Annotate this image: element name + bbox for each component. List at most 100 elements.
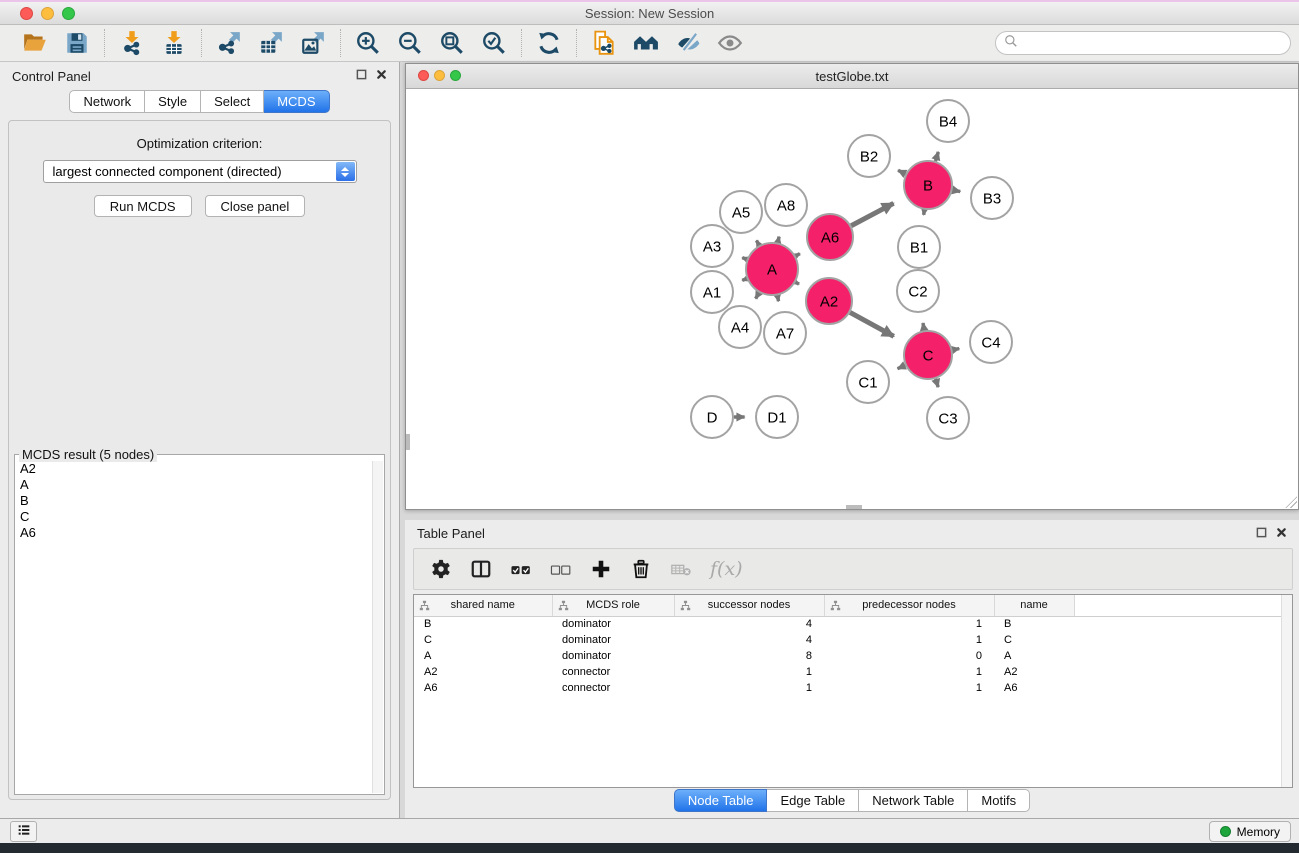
column-header-shared-name[interactable]: shared name bbox=[414, 595, 552, 616]
graph-edge-A-A8[interactable] bbox=[778, 237, 779, 243]
import-table-button[interactable] bbox=[159, 28, 189, 58]
graph-node-C[interactable]: C bbox=[904, 331, 952, 379]
graph-edge-A-A6[interactable] bbox=[796, 254, 800, 256]
graph-node-C2[interactable]: C2 bbox=[897, 270, 939, 312]
graph-edge-A-A4[interactable] bbox=[756, 293, 759, 299]
graph-node-C3[interactable]: C3 bbox=[927, 397, 969, 439]
add-column-button[interactable] bbox=[590, 558, 612, 580]
column-header-name[interactable]: name bbox=[994, 595, 1074, 616]
graph-edge-B-B2[interactable] bbox=[898, 170, 905, 174]
network-canvas[interactable]: B4 B2 B B3 A8A5 A6 A3 B1 A C2 A1 A2 A4A7 C4 C C1 C3 D D1 bbox=[406, 89, 1298, 509]
graph-node-A5[interactable]: A5 bbox=[720, 191, 762, 233]
tab-mcds[interactable]: MCDS bbox=[264, 90, 329, 113]
split-columns-button[interactable] bbox=[470, 558, 492, 580]
save-session-button[interactable] bbox=[62, 28, 92, 58]
table-row[interactable]: A2connector11A2 bbox=[414, 664, 1292, 680]
graph-edge-A-A3[interactable] bbox=[742, 258, 747, 260]
graph-edge-A-A1[interactable] bbox=[742, 279, 747, 281]
refresh-button[interactable] bbox=[534, 28, 564, 58]
graph-edge-A-A7[interactable] bbox=[777, 295, 778, 301]
deselect-all-button[interactable] bbox=[550, 558, 572, 580]
graph-node-C1[interactable]: C1 bbox=[847, 361, 889, 403]
result-item[interactable]: C bbox=[16, 509, 371, 525]
graph-edge-C-C3[interactable] bbox=[936, 379, 939, 387]
result-item[interactable]: A6 bbox=[16, 525, 371, 541]
open-file-button[interactable] bbox=[20, 28, 50, 58]
new-network-from-selection-button[interactable] bbox=[589, 28, 619, 58]
run-mcds-button[interactable]: Run MCDS bbox=[94, 195, 192, 217]
table-row[interactable]: Bdominator41B bbox=[414, 616, 1292, 632]
graph-edge-A6-B[interactable] bbox=[851, 203, 893, 225]
tab-select[interactable]: Select bbox=[201, 90, 264, 113]
window-resize-grip[interactable] bbox=[1285, 496, 1297, 508]
graph-node-A7[interactable]: A7 bbox=[764, 312, 806, 354]
graph-node-C4[interactable]: C4 bbox=[970, 321, 1012, 363]
graph-node-B4[interactable]: B4 bbox=[927, 100, 969, 142]
result-item[interactable]: B bbox=[16, 493, 371, 509]
task-history-button[interactable] bbox=[10, 821, 37, 842]
graph-node-A6[interactable]: A6 bbox=[807, 214, 853, 260]
close-panel-icon[interactable] bbox=[376, 69, 387, 80]
zoom-in-button[interactable] bbox=[353, 28, 383, 58]
result-scrollbar[interactable] bbox=[372, 461, 383, 793]
hide-selected-button[interactable] bbox=[673, 28, 703, 58]
graph-node-D1[interactable]: D1 bbox=[756, 396, 798, 438]
export-image-button[interactable] bbox=[298, 28, 328, 58]
zoom-out-button[interactable] bbox=[395, 28, 425, 58]
column-header-MCDS-role[interactable]: MCDS role bbox=[552, 595, 674, 616]
table-row[interactable]: Cdominator41C bbox=[414, 632, 1292, 648]
tab-motifs[interactable]: Motifs bbox=[968, 789, 1030, 812]
graph-node-A[interactable]: A bbox=[746, 243, 798, 295]
graph-edge-A2-C[interactable] bbox=[850, 312, 894, 336]
settings-button[interactable] bbox=[430, 558, 452, 580]
graph-node-B3[interactable]: B3 bbox=[971, 177, 1013, 219]
search-field[interactable] bbox=[995, 31, 1291, 55]
tab-style[interactable]: Style bbox=[145, 90, 201, 113]
table-row[interactable]: A6connector11A6 bbox=[414, 680, 1292, 696]
canvas-vscroll-thumb[interactable] bbox=[406, 434, 410, 450]
result-item[interactable]: A bbox=[16, 477, 371, 493]
graph-edge-C-C1[interactable] bbox=[898, 365, 906, 368]
select-all-button[interactable] bbox=[510, 558, 532, 580]
graph-node-A4[interactable]: A4 bbox=[719, 306, 761, 348]
table-row[interactable]: Adominator80A bbox=[414, 648, 1292, 664]
graph-edge-B-B4[interactable] bbox=[935, 152, 938, 161]
graph-node-B[interactable]: B bbox=[904, 161, 952, 209]
graph-edge-C-C4[interactable] bbox=[952, 349, 959, 350]
graph-edge-A-A2[interactable] bbox=[796, 282, 799, 284]
graph-node-A3[interactable]: A3 bbox=[691, 225, 733, 267]
graph-node-B2[interactable]: B2 bbox=[848, 135, 890, 177]
first-neighbors-button[interactable] bbox=[631, 28, 661, 58]
show-all-button[interactable] bbox=[715, 28, 745, 58]
result-item[interactable]: A2 bbox=[16, 461, 371, 477]
import-network-button[interactable] bbox=[117, 28, 147, 58]
memory-button[interactable]: Memory bbox=[1209, 821, 1291, 842]
float-panel-icon[interactable] bbox=[1256, 527, 1267, 538]
float-panel-icon[interactable] bbox=[356, 69, 367, 80]
canvas-hscroll-thumb[interactable] bbox=[846, 505, 862, 509]
zoom-fit-button[interactable] bbox=[437, 28, 467, 58]
tab-network-table[interactable]: Network Table bbox=[859, 789, 968, 812]
export-table-button[interactable] bbox=[256, 28, 286, 58]
export-network-button[interactable] bbox=[214, 28, 244, 58]
graph-node-A8[interactable]: A8 bbox=[765, 184, 807, 226]
graph-edge-B-B3[interactable] bbox=[952, 190, 960, 192]
tab-network[interactable]: Network bbox=[69, 90, 145, 113]
graph-node-A2[interactable]: A2 bbox=[806, 278, 852, 324]
search-input[interactable] bbox=[1023, 34, 1282, 52]
graph-edge-B-B1[interactable] bbox=[924, 210, 925, 215]
table-scrollbar[interactable] bbox=[1281, 595, 1292, 787]
close-panel-button[interactable]: Close panel bbox=[205, 195, 306, 217]
column-header-predecessor-nodes[interactable]: predecessor nodes bbox=[824, 595, 994, 616]
graph-node-B1[interactable]: B1 bbox=[898, 226, 940, 268]
tab-edge-table[interactable]: Edge Table bbox=[767, 789, 859, 812]
criterion-dropdown[interactable]: largest connected component (directed) bbox=[43, 160, 357, 183]
graph-node-D[interactable]: D bbox=[691, 396, 733, 438]
close-panel-icon[interactable] bbox=[1276, 527, 1287, 538]
graph-node-A1[interactable]: A1 bbox=[691, 271, 733, 313]
graph-edge-A-A5[interactable] bbox=[756, 240, 759, 245]
column-header-successor-nodes[interactable]: successor nodes bbox=[674, 595, 824, 616]
graph-edge-C-C2[interactable] bbox=[923, 323, 924, 330]
tab-node-table[interactable]: Node Table bbox=[674, 789, 768, 812]
delete-column-button[interactable] bbox=[630, 558, 652, 580]
